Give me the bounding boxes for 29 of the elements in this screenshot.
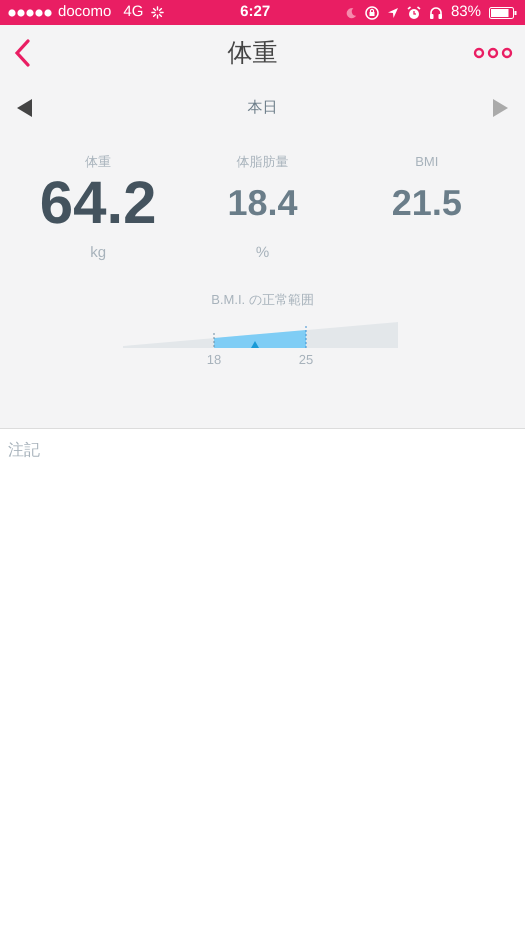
battery-percent: 83%: [450, 2, 481, 22]
loading-icon: [151, 6, 164, 19]
gauge-title: B.M.I. の正常範囲: [211, 291, 314, 309]
date-label: 本日: [248, 98, 278, 118]
page-title: 体重: [228, 36, 278, 69]
stat-unit: %: [256, 244, 270, 261]
headphones-icon: [428, 6, 443, 20]
signal-icon: [8, 8, 54, 16]
stat-label: 体重: [85, 154, 112, 169]
rotation-lock-icon: [364, 6, 379, 20]
battery-icon: [488, 6, 517, 18]
scale-label: 25: [298, 352, 313, 366]
location-arrow-icon: [386, 6, 399, 18]
network-type: 4G: [123, 2, 144, 22]
moon-icon: [346, 6, 357, 18]
previous-day-button[interactable]: [16, 98, 34, 118]
stat-label: BMI: [415, 154, 438, 169]
clock-time: 6:27: [240, 2, 270, 22]
carrier-name: docomo: [58, 2, 112, 22]
stat-value: 18.4: [227, 185, 298, 221]
stat-unit: kg: [90, 244, 106, 261]
next-day-button[interactable]: [491, 98, 509, 118]
alarm-icon: [406, 6, 421, 20]
stat-label: 体脂肪量: [236, 154, 288, 169]
scale-label: 18: [206, 352, 221, 366]
more-button[interactable]: [473, 46, 513, 60]
stat-value: 64.2: [40, 173, 157, 233]
stat-value: 21.5: [392, 185, 462, 221]
back-button[interactable]: [12, 38, 32, 68]
